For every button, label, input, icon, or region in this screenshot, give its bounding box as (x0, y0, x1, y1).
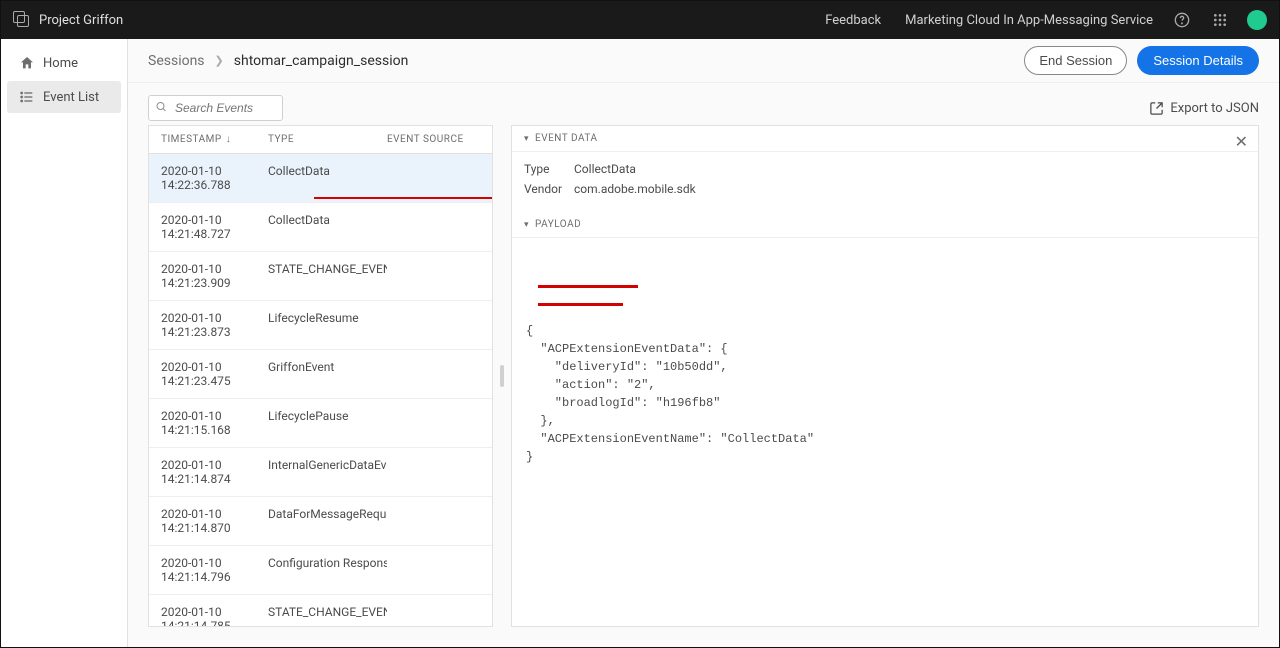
event-type: InternalGenericDataEvent (268, 458, 387, 486)
event-type: Configuration Response Ev (268, 556, 387, 584)
event-row[interactable]: 2020-01-10 14:21:23.873LifecycleResume (149, 301, 492, 350)
payload-body: { "ACPExtensionEventData": { "deliveryId… (512, 238, 1258, 478)
event-timestamp: 2020-01-10 14:22:36.788 (161, 164, 268, 192)
breadcrumb-bar: Sessions ❯ shtomar_campaign_session End … (128, 39, 1279, 83)
event-timestamp: 2020-01-10 14:21:23.873 (161, 311, 268, 339)
detail-panel: ✕ ▾ EVENT DATA Type CollectData Vendor c… (511, 125, 1259, 627)
event-row[interactable]: 2020-01-10 14:21:14.796Configuration Res… (149, 546, 492, 595)
events-panel: TIMESTAMP ↓ TYPE EVENT SOURCE 2020-01-10… (148, 125, 493, 627)
sort-down-icon: ↓ (226, 134, 232, 145)
griffon-logo-icon (13, 11, 31, 29)
event-row[interactable]: 2020-01-10 14:22:36.788CollectData (149, 154, 492, 203)
event-timestamp: 2020-01-10 14:21:23.909 (161, 262, 268, 290)
topbar: Project Griffon Feedback Marketing Cloud… (1, 1, 1279, 39)
sidebar-item-event-list[interactable]: Event List (7, 81, 121, 113)
close-icon[interactable]: ✕ (1235, 132, 1248, 151)
event-type: LifecycleResume (268, 311, 387, 339)
vendor-label: Vendor (524, 182, 574, 196)
vendor-value: com.adobe.mobile.sdk (574, 182, 696, 196)
event-row[interactable]: 2020-01-10 14:21:23.909STATE_CHANGE_EVEN… (149, 252, 492, 301)
event-row[interactable]: 2020-01-10 14:21:14.870DataForMessageReq… (149, 497, 492, 546)
search-input[interactable] (148, 95, 283, 121)
event-type: GriffonEvent (268, 360, 387, 388)
event-timestamp: 2020-01-10 14:21:23.475 (161, 360, 268, 388)
event-type: DataForMessageRequest (268, 507, 387, 535)
event-type: STATE_CHANGE_EVENT (268, 605, 387, 626)
panel-resize-handle[interactable] (499, 125, 505, 627)
col-source-header[interactable]: EVENT SOURCE (387, 134, 480, 145)
export-icon (1149, 101, 1164, 116)
col-type-header[interactable]: TYPE (268, 134, 387, 145)
toolbar: Export to JSON (128, 83, 1279, 125)
type-label: Type (524, 162, 574, 176)
session-details-button[interactable]: Session Details (1137, 46, 1259, 75)
breadcrumb-current: shtomar_campaign_session (234, 53, 409, 69)
export-json-button[interactable]: Export to JSON (1149, 101, 1259, 116)
events-list[interactable]: 2020-01-10 14:22:36.788CollectData2020-0… (149, 154, 492, 626)
sidebar-item-label: Home (43, 56, 78, 71)
event-row[interactable]: 2020-01-10 14:21:15.168LifecyclePause (149, 399, 492, 448)
type-value: CollectData (574, 162, 636, 176)
event-data-body: Type CollectData Vendor com.adobe.mobile… (512, 152, 1258, 212)
event-type: STATE_CHANGE_EVENT (268, 262, 387, 290)
app-name: Project Griffon (39, 13, 123, 28)
list-icon (19, 89, 35, 105)
apps-grid-icon[interactable] (1211, 11, 1229, 29)
event-timestamp: 2020-01-10 14:21:14.870 (161, 507, 268, 535)
event-timestamp: 2020-01-10 14:21:14.785 (161, 605, 268, 626)
col-timestamp-header[interactable]: TIMESTAMP ↓ (161, 134, 268, 145)
event-row[interactable]: 2020-01-10 14:21:48.727CollectData (149, 203, 492, 252)
export-label: Export to JSON (1170, 101, 1259, 116)
home-icon (19, 55, 35, 71)
event-type: CollectData (268, 164, 387, 192)
end-session-button[interactable]: End Session (1024, 46, 1127, 75)
events-header: TIMESTAMP ↓ TYPE EVENT SOURCE (149, 126, 492, 154)
event-timestamp: 2020-01-10 14:21:15.168 (161, 409, 268, 437)
sidebar-item-home[interactable]: Home (7, 47, 121, 79)
avatar[interactable] (1247, 10, 1267, 30)
help-icon[interactable] (1173, 11, 1191, 29)
event-row[interactable]: 2020-01-10 14:21:23.475GriffonEvent (149, 350, 492, 399)
section-payload-header[interactable]: ▾ PAYLOAD (512, 212, 1258, 238)
event-row[interactable]: 2020-01-10 14:21:14.785STATE_CHANGE_EVEN… (149, 595, 492, 626)
search-icon (155, 101, 167, 116)
event-timestamp: 2020-01-10 14:21:14.874 (161, 458, 268, 486)
section-event-data-header[interactable]: ▾ EVENT DATA (512, 126, 1258, 152)
event-timestamp: 2020-01-10 14:21:14.796 (161, 556, 268, 584)
chevron-down-icon: ▾ (524, 134, 529, 144)
chevron-right-icon: ❯ (215, 54, 224, 67)
event-timestamp: 2020-01-10 14:21:48.727 (161, 213, 268, 241)
app-logo: Project Griffon (13, 11, 123, 29)
event-type: LifecyclePause (268, 409, 387, 437)
sidebar-item-label: Event List (43, 90, 99, 105)
event-type: CollectData (268, 213, 387, 241)
chevron-down-icon: ▾ (524, 220, 529, 230)
service-link[interactable]: Marketing Cloud In App-Messaging Service (905, 13, 1153, 28)
sidebar: Home Event List (1, 39, 128, 647)
event-row[interactable]: 2020-01-10 14:21:14.874InternalGenericDa… (149, 448, 492, 497)
breadcrumb-root[interactable]: Sessions (148, 53, 205, 69)
feedback-link[interactable]: Feedback (825, 13, 881, 28)
